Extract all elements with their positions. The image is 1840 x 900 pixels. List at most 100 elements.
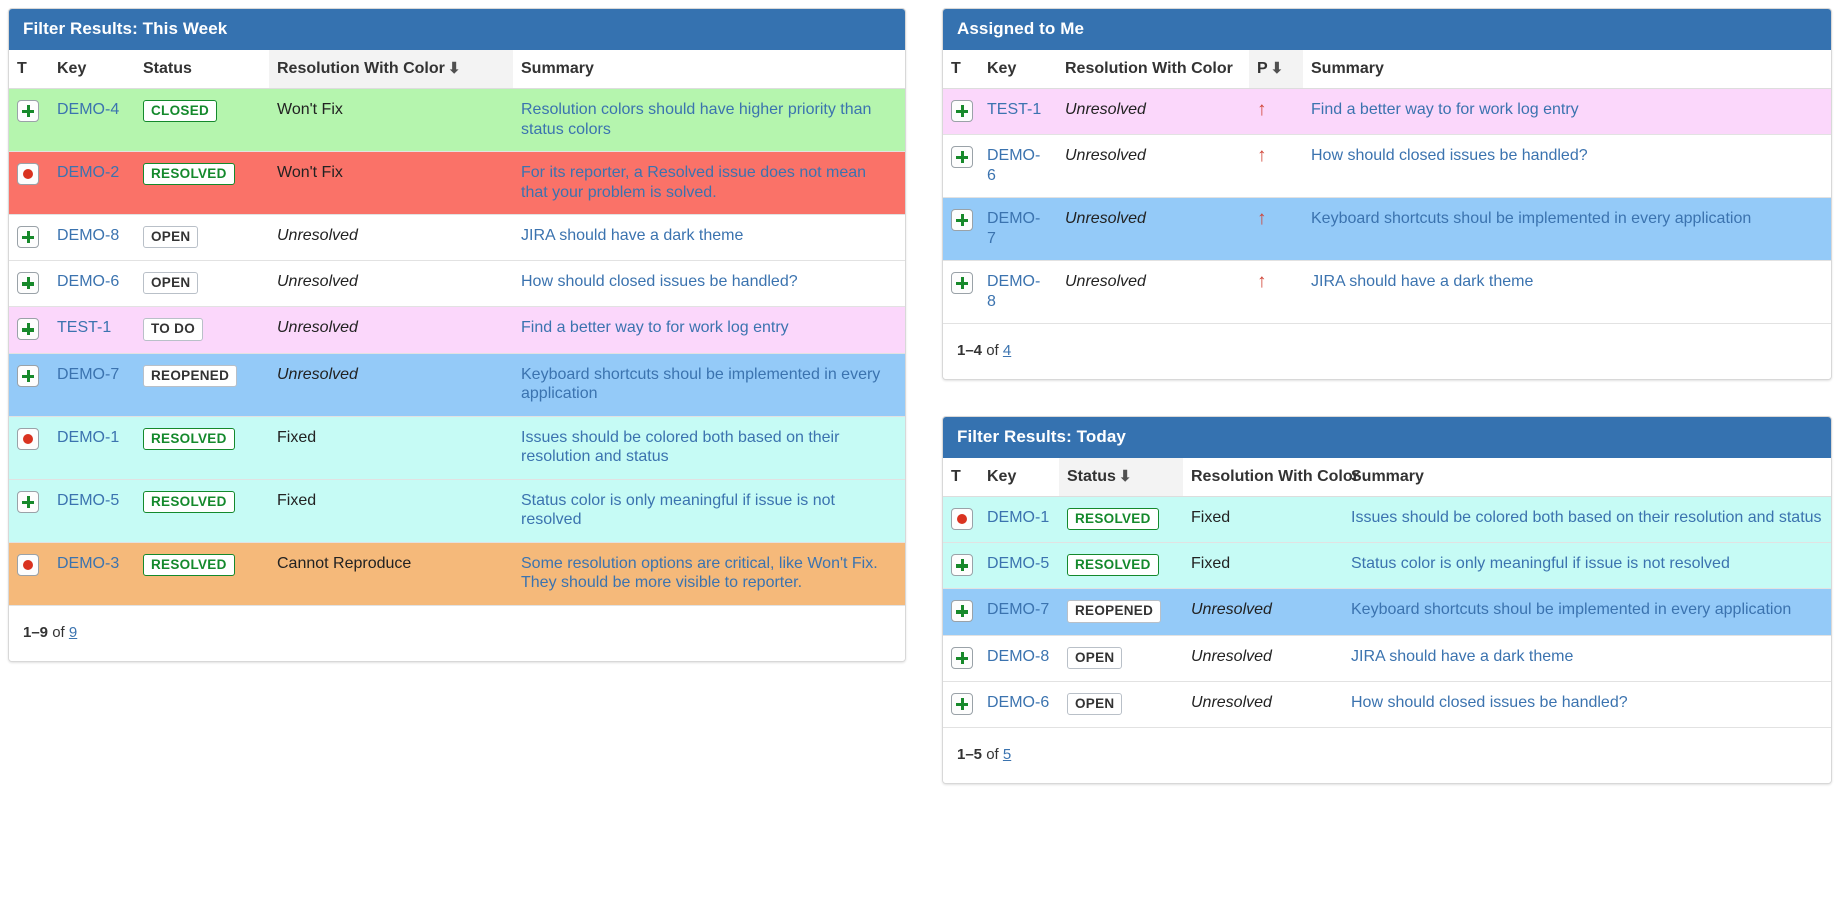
- column-header-key[interactable]: Key: [49, 50, 135, 89]
- issue-key-link[interactable]: DEMO-8: [57, 227, 119, 244]
- pagination-total-link[interactable]: 4: [1003, 342, 1011, 359]
- pagination-total-link[interactable]: 9: [69, 624, 77, 641]
- table-row[interactable]: DEMO-6 OPEN Unresolved How should closed is…: [9, 260, 905, 308]
- issue-summary-link[interactable]: Issues should be colored both based on t…: [521, 429, 839, 466]
- feature-icon[interactable]: [951, 100, 973, 122]
- issue-summary-link[interactable]: Status color is only meaningful if issue…: [521, 492, 835, 529]
- bug-icon[interactable]: [17, 553, 39, 576]
- issue-summary-link[interactable]: JIRA should have a dark theme: [1311, 273, 1533, 290]
- status-badge[interactable]: RESOLVED: [1067, 554, 1159, 577]
- issue-key-link[interactable]: DEMO-1: [57, 429, 119, 446]
- issue-key-link[interactable]: DEMO-7: [987, 210, 1040, 247]
- issue-key-link[interactable]: DEMO-8: [987, 648, 1049, 665]
- status-badge[interactable]: RESOLVED: [143, 490, 235, 513]
- feature-icon[interactable]: [951, 209, 973, 232]
- column-header-summary[interactable]: Summary: [513, 50, 905, 89]
- pagination-total-link[interactable]: 5: [1003, 746, 1011, 763]
- status-badge[interactable]: RESOLVED: [143, 163, 235, 186]
- table-row[interactable]: DEMO-1 RESOLVED Fixed Issues should be colo…: [943, 496, 1831, 544]
- feature-icon[interactable]: [951, 692, 973, 715]
- issue-key-link[interactable]: DEMO-2: [57, 164, 119, 181]
- feature-icon[interactable]: [17, 490, 39, 513]
- feature-icon[interactable]: [17, 100, 39, 122]
- table-row[interactable]: DEMO-6 OPEN Unresolved How should closed is…: [943, 681, 1831, 728]
- issue-summary-link[interactable]: How should closed issues be handled?: [1311, 147, 1588, 164]
- issue-key-link[interactable]: DEMO-3: [57, 555, 119, 572]
- issue-key-link[interactable]: DEMO-5: [57, 492, 119, 509]
- column-header-type[interactable]: T: [943, 50, 979, 89]
- table-row[interactable]: DEMO-2 RESOLVED Won't Fix For its reporter,…: [9, 151, 905, 216]
- column-header-status[interactable]: Status ⬇: [1059, 458, 1183, 498]
- table-row[interactable]: DEMO-8 OPEN Unresolved JIRA should have a d…: [943, 635, 1831, 682]
- issue-summary-link[interactable]: Find a better way to for work log entry: [1311, 101, 1579, 118]
- issue-summary-link[interactable]: Status color is only meaningful if issue…: [1351, 555, 1730, 572]
- bug-icon[interactable]: [17, 427, 39, 450]
- issue-key-link[interactable]: DEMO-8: [987, 273, 1040, 310]
- status-badge[interactable]: OPEN: [1067, 692, 1123, 715]
- column-header-resolution[interactable]: Resolution With Color: [1183, 458, 1359, 498]
- column-header-status[interactable]: Status: [135, 50, 269, 89]
- feature-icon[interactable]: [951, 272, 973, 295]
- table-row[interactable]: DEMO-4 CLOSED Won't Fix Resolution colors s…: [9, 88, 905, 153]
- column-header-resolution[interactable]: Resolution With Color: [1057, 50, 1249, 89]
- table-row[interactable]: DEMO-8 OPEN Unresolved JIRA should have a d…: [9, 214, 905, 262]
- issue-summary-link[interactable]: Keyboard shortcuts shoul be implemented …: [1351, 601, 1791, 618]
- feature-icon[interactable]: [17, 226, 39, 249]
- issue-summary-link[interactable]: How should closed issues be handled?: [521, 273, 798, 290]
- column-header-summary[interactable]: Summary: [1303, 50, 1831, 89]
- issue-summary-link[interactable]: Find a better way to for work log entry: [521, 319, 789, 336]
- issue-key-link[interactable]: DEMO-7: [987, 601, 1049, 618]
- issue-summary-link[interactable]: Some resolution options are critical, li…: [521, 555, 878, 592]
- table-row[interactable]: DEMO-5 RESOLVED Fixed Status color is only …: [9, 479, 905, 543]
- column-header-priority[interactable]: P ⬇: [1249, 50, 1303, 89]
- column-header-resolution[interactable]: Resolution With Color ⬇: [269, 50, 513, 89]
- table-row[interactable]: DEMO-6 Unresolved ↑ How should closed issue…: [943, 134, 1831, 199]
- table-row[interactable]: DEMO-7 REOPENED Unresolved Keyboard shortcu…: [943, 588, 1831, 636]
- feature-icon[interactable]: [17, 318, 39, 341]
- column-header-key[interactable]: Key: [979, 458, 1059, 498]
- feature-icon[interactable]: [951, 600, 973, 623]
- feature-icon[interactable]: [17, 364, 39, 387]
- column-header-key[interactable]: Key: [979, 50, 1057, 89]
- status-badge[interactable]: REOPENED: [1067, 600, 1162, 623]
- issue-summary-link[interactable]: Resolution colors should have higher pri…: [521, 101, 871, 138]
- issue-key-link[interactable]: DEMO-6: [987, 147, 1040, 184]
- issue-key-link[interactable]: DEMO-5: [987, 555, 1049, 572]
- issue-summary-link[interactable]: Keyboard shortcuts shoul be implemented …: [521, 366, 880, 403]
- status-badge[interactable]: OPEN: [143, 272, 199, 295]
- feature-icon[interactable]: [951, 146, 973, 168]
- issue-summary-link[interactable]: For its reporter, a Resolved issue does …: [521, 164, 866, 201]
- table-row[interactable]: DEMO-7 REOPENED Unresolved Keyboard shortcu…: [9, 353, 905, 417]
- column-header-summary[interactable]: Summary: [1343, 458, 1831, 498]
- table-row[interactable]: DEMO-8 Unresolved ↑ JIRA should have a dark…: [943, 260, 1831, 325]
- column-header-type[interactable]: T: [943, 458, 979, 498]
- issue-summary-link[interactable]: JIRA should have a dark theme: [521, 227, 743, 244]
- status-badge[interactable]: RESOLVED: [143, 553, 235, 576]
- issue-key-link[interactable]: TEST-1: [987, 101, 1041, 118]
- issue-summary-link[interactable]: How should closed issues be handled?: [1351, 694, 1628, 711]
- issue-key-link[interactable]: DEMO-6: [987, 694, 1049, 711]
- table-row[interactable]: TEST-1 TO DO Unresolved Find a better way t…: [9, 306, 905, 354]
- status-badge[interactable]: CLOSED: [143, 100, 218, 123]
- status-badge[interactable]: REOPENED: [143, 364, 238, 387]
- status-badge[interactable]: OPEN: [1067, 646, 1123, 669]
- bug-icon[interactable]: [951, 508, 973, 531]
- status-badge[interactable]: RESOLVED: [1067, 508, 1159, 531]
- issue-key-link[interactable]: DEMO-7: [57, 366, 119, 383]
- table-row[interactable]: DEMO-3 RESOLVED Cannot Reproduce Some resol…: [9, 542, 905, 606]
- status-badge[interactable]: RESOLVED: [143, 427, 235, 450]
- feature-icon[interactable]: [951, 554, 973, 577]
- feature-icon[interactable]: [17, 272, 39, 295]
- issue-key-link[interactable]: TEST-1: [57, 319, 111, 336]
- issue-summary-link[interactable]: Keyboard shortcuts shoul be implemented …: [1311, 210, 1751, 227]
- feature-icon[interactable]: [951, 646, 973, 669]
- status-badge[interactable]: OPEN: [143, 226, 199, 249]
- issue-key-link[interactable]: DEMO-6: [57, 273, 119, 290]
- status-badge[interactable]: TO DO: [143, 318, 204, 341]
- issue-summary-link[interactable]: Issues should be colored both based on t…: [1351, 509, 1822, 526]
- table-row[interactable]: TEST-1 Unresolved ↑ Find a better way to fo…: [943, 88, 1831, 135]
- bug-icon[interactable]: [17, 163, 39, 186]
- issue-key-link[interactable]: DEMO-1: [987, 509, 1049, 526]
- table-row[interactable]: DEMO-1 RESOLVED Fixed Issues should be colo…: [9, 416, 905, 480]
- table-row[interactable]: DEMO-7 Unresolved ↑ Keyboard shortcuts shou…: [943, 197, 1831, 262]
